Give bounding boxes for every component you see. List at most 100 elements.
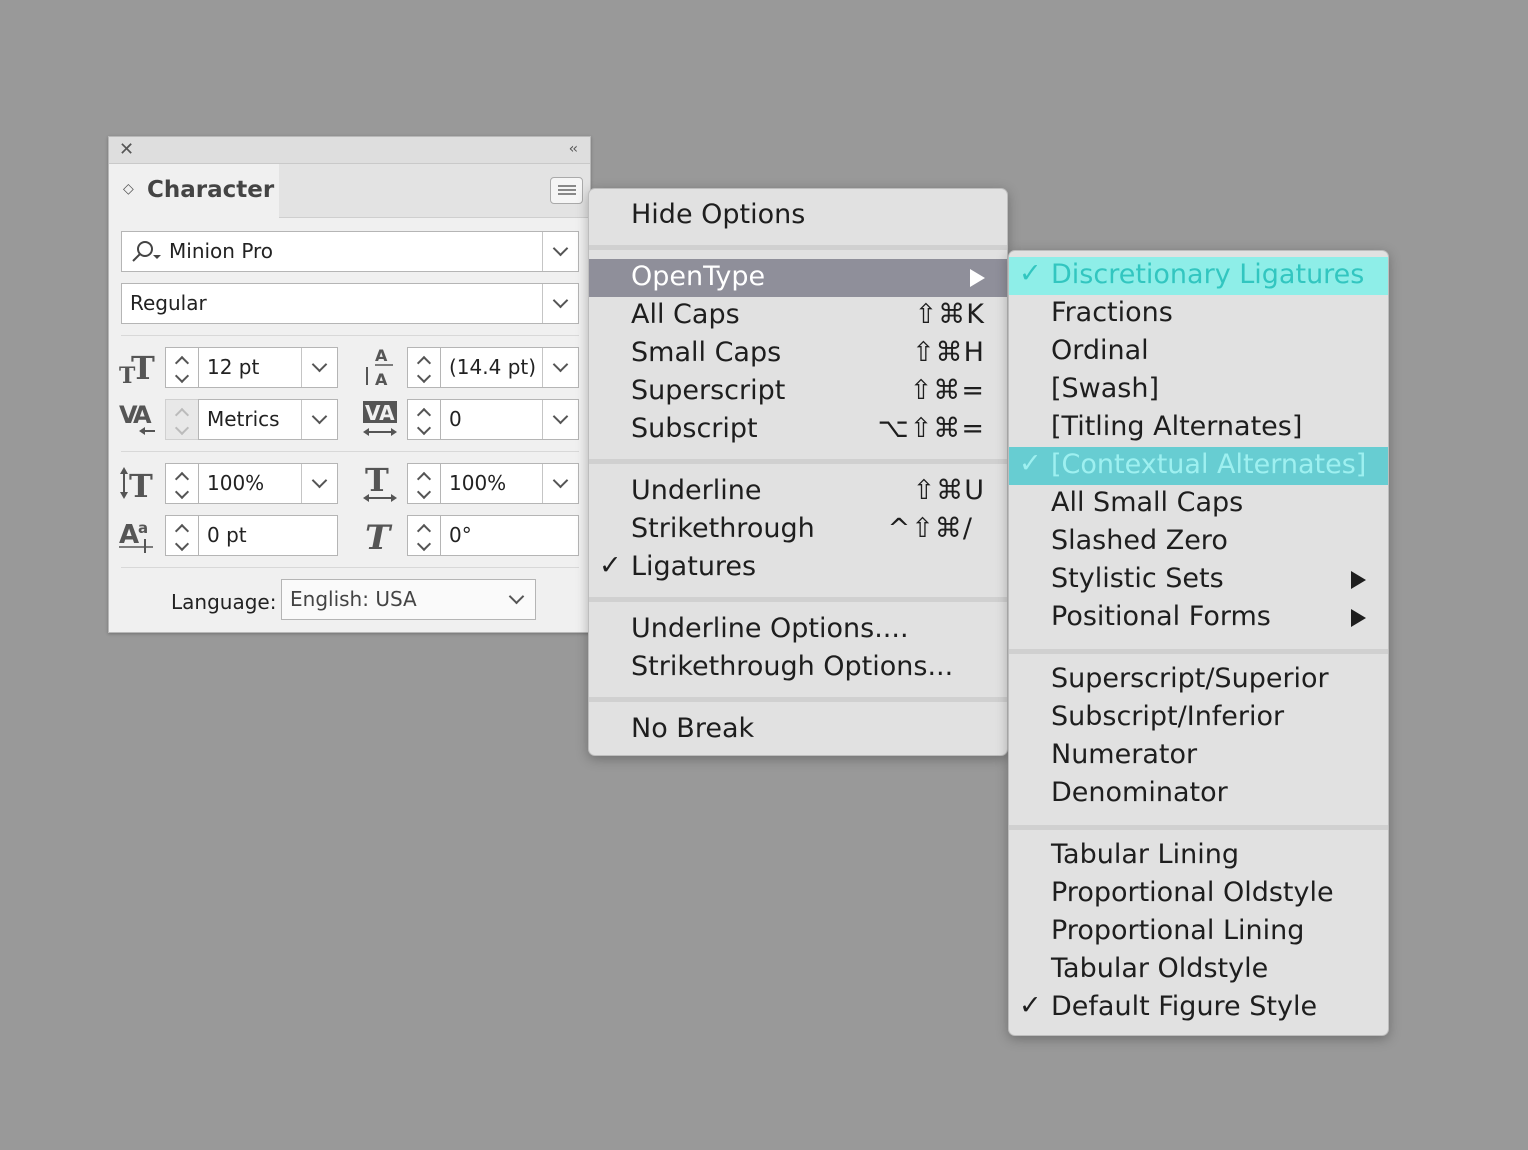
menu-item-label: Discretionary Ligatures <box>1051 259 1365 290</box>
submenu-arrow-icon <box>970 269 985 287</box>
close-icon[interactable]: ✕ <box>119 139 134 160</box>
search-icon <box>132 241 161 262</box>
horizontal-scale-field[interactable]: 100% <box>440 463 579 504</box>
checkmark-icon: ✓ <box>599 550 622 581</box>
horizontal-scale-dropdown[interactable] <box>542 464 578 503</box>
menu-item-strikethrough-options[interactable]: Strikethrough Options... <box>589 649 1007 687</box>
horizontal-scale-stepper[interactable] <box>407 463 441 504</box>
submenu-item-ordinal[interactable]: Ordinal <box>1009 333 1388 371</box>
menu-item-underline-options[interactable]: Underline Options.... <box>589 611 1007 649</box>
panel-title: Character <box>147 177 275 203</box>
leading-field[interactable]: (14.4 pt) <box>440 347 579 388</box>
language-dropdown[interactable] <box>499 580 535 619</box>
tracking-dropdown[interactable] <box>542 400 578 439</box>
language-select[interactable]: English: USA <box>281 579 536 620</box>
font-size-field[interactable]: 12 pt <box>198 347 338 388</box>
vertical-scale-dropdown[interactable] <box>301 464 337 503</box>
menu-item-label: Hide Options <box>631 199 806 230</box>
submenu-item-superscript-superior[interactable]: Superscript/Superior <box>1009 661 1388 699</box>
svg-text:a: a <box>138 519 148 537</box>
submenu-item-proportional-oldstyle[interactable]: Proportional Oldstyle <box>1009 875 1388 913</box>
menu-item-small-caps[interactable]: Small Caps ⇧⌘H <box>589 335 1007 373</box>
baseline-shift-stepper[interactable] <box>165 515 199 556</box>
skew-value: 0° <box>449 523 472 547</box>
font-size-stepper[interactable] <box>165 347 199 388</box>
submenu-item-all-small-caps[interactable]: All Small Caps <box>1009 485 1388 523</box>
submenu-item-proportional-lining[interactable]: Proportional Lining <box>1009 913 1388 951</box>
kerning-field[interactable]: Metrics <box>198 399 338 440</box>
submenu-item-tabular-oldstyle[interactable]: Tabular Oldstyle <box>1009 951 1388 989</box>
baseline-shift-field[interactable]: 0 pt <box>198 515 338 556</box>
skew-stepper[interactable] <box>407 515 441 556</box>
menu-item-underline[interactable]: Underline ⇧⌘U <box>589 473 1007 511</box>
submenu-item-subscript-inferior[interactable]: Subscript/Inferior <box>1009 699 1388 737</box>
font-style-dropdown[interactable] <box>542 284 578 323</box>
tracking-value: 0 <box>449 407 462 431</box>
expand-toggle-icon[interactable]: ◇ <box>123 181 134 197</box>
font-size-dropdown[interactable] <box>301 348 337 387</box>
menu-item-label: Subscript <box>631 413 758 444</box>
skew-field[interactable]: 0° <box>440 515 579 556</box>
menu-item-strikethrough[interactable]: Strikethrough ^⇧⌘/ <box>589 511 1007 549</box>
menu-item-label: Proportional Lining <box>1051 915 1305 946</box>
tab-character[interactable]: ◇ Character <box>109 164 279 218</box>
menu-item-no-break[interactable]: No Break <box>589 711 1007 749</box>
submenu-item-default-figure-style[interactable]: ✓ Default Figure Style <box>1009 989 1388 1027</box>
chevron-down-icon <box>552 356 569 373</box>
submenu-item-numerator[interactable]: Numerator <box>1009 737 1388 775</box>
submenu-item-contextual-alternates[interactable]: ✓ [Contextual Alternates] <box>1009 447 1388 485</box>
menu-item-hide-options[interactable]: Hide Options <box>589 197 1007 235</box>
submenu-item-titling-alternates[interactable]: [Titling Alternates] <box>1009 409 1388 447</box>
submenu-item-tabular-lining[interactable]: Tabular Lining <box>1009 837 1388 875</box>
svg-text:T: T <box>131 351 155 385</box>
submenu-item-fractions[interactable]: Fractions <box>1009 295 1388 333</box>
vertical-scale-stepper[interactable] <box>165 463 199 504</box>
menu-item-all-caps[interactable]: All Caps ⇧⌘K <box>589 297 1007 335</box>
menu-item-subscript[interactable]: Subscript ⌥⇧⌘= <box>589 411 1007 449</box>
menu-item-label: Proportional Oldstyle <box>1051 877 1334 908</box>
collapse-icon[interactable]: ‹‹ <box>569 141 578 157</box>
kerning-stepper[interactable] <box>165 399 199 440</box>
chevron-down-icon <box>311 356 328 373</box>
submenu-item-stylistic-sets[interactable]: Stylistic Sets <box>1009 561 1388 599</box>
submenu-item-swash[interactable]: [Swash] <box>1009 371 1388 409</box>
panel-tab-strip: ◇ Character <box>109 164 590 218</box>
panel-title-bar: ✕ ‹‹ <box>109 137 590 164</box>
tracking-field[interactable]: 0 <box>440 399 579 440</box>
menu-item-label: Tabular Oldstyle <box>1051 953 1269 984</box>
menu-item-opentype[interactable]: OpenType <box>589 259 1007 297</box>
menu-item-label: [Titling Alternates] <box>1051 411 1303 442</box>
svg-text:A: A <box>375 370 388 389</box>
menu-item-shortcut: ⇧⌘H <box>912 337 985 368</box>
panel-menu-button[interactable] <box>550 177 583 204</box>
submenu-item-discretionary-ligatures[interactable]: ✓ Discretionary Ligatures <box>1009 257 1388 295</box>
horizontal-scale-value: 100% <box>449 471 507 495</box>
checkmark-icon: ✓ <box>1019 990 1042 1021</box>
font-family-field[interactable]: Minion Pro <box>121 231 579 272</box>
menu-item-label: Default Figure Style <box>1051 991 1318 1022</box>
menu-item-superscript[interactable]: Superscript ⇧⌘= <box>589 373 1007 411</box>
font-style-field[interactable]: Regular <box>121 283 579 324</box>
leading-dropdown[interactable] <box>542 348 578 387</box>
submenu-item-slashed-zero[interactable]: Slashed Zero <box>1009 523 1388 561</box>
svg-text:A: A <box>119 520 139 550</box>
menu-item-label: Numerator <box>1051 739 1198 770</box>
chevron-down-icon <box>311 472 328 489</box>
vertical-scale-icon: T <box>120 467 153 503</box>
kerning-value: Metrics <box>207 407 280 431</box>
leading-stepper[interactable] <box>407 347 441 388</box>
tracking-stepper[interactable] <box>407 399 441 440</box>
checkmark-icon: ✓ <box>1019 448 1042 479</box>
menu-item-label: All Caps <box>631 299 740 330</box>
skew-icon: T <box>365 518 393 555</box>
submenu-item-denominator[interactable]: Denominator <box>1009 775 1388 813</box>
kerning-dropdown[interactable] <box>301 400 337 439</box>
font-family-dropdown[interactable] <box>542 232 578 271</box>
submenu-item-positional-forms[interactable]: Positional Forms <box>1009 599 1388 637</box>
chevron-down-icon <box>311 408 328 425</box>
menu-item-label: Superscript <box>631 375 786 406</box>
vertical-scale-field[interactable]: 100% <box>198 463 338 504</box>
svg-text:A: A <box>133 401 152 429</box>
menu-item-label: [Contextual Alternates] <box>1051 449 1367 480</box>
menu-item-ligatures[interactable]: ✓ Ligatures <box>589 549 1007 587</box>
